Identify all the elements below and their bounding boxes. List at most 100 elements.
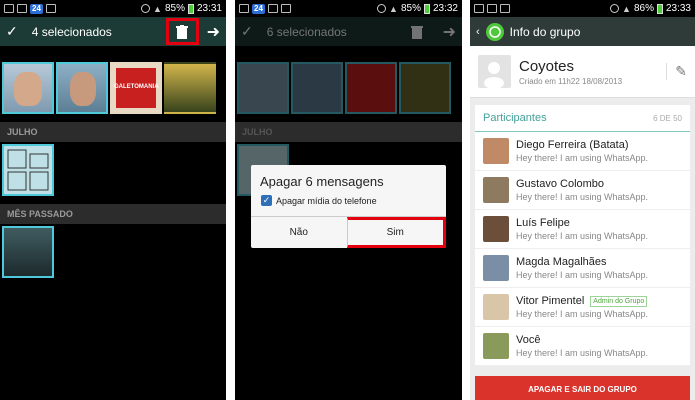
- participant-text: Magda Magalhães Hey there! I am using Wha…: [516, 256, 648, 280]
- media-row-recent: GALETOMANIA: [0, 60, 226, 116]
- media-thumb[interactable]: [56, 62, 108, 114]
- media-thumb[interactable]: [399, 62, 451, 114]
- dialog-buttons: Não Sim: [251, 216, 446, 248]
- participants-count: 6 DE 50: [653, 113, 682, 123]
- participant-row[interactable]: Diego Ferreira (Batata) Hey there! I am u…: [475, 132, 690, 171]
- participant-name: Luís Felipe: [516, 217, 570, 229]
- participant-name: Vitor Pimentel: [516, 295, 585, 307]
- battery-icon: [187, 3, 194, 14]
- alarm-icon: [141, 4, 151, 13]
- participant-row[interactable]: Magda Magalhães Hey there! I am using Wha…: [475, 249, 690, 288]
- whatsapp-logo-icon[interactable]: [485, 22, 504, 41]
- media-thumb-comic[interactable]: [2, 144, 54, 196]
- participants-card: Participantes 6 DE 50 Diego Ferreira (Ba…: [475, 105, 690, 366]
- section-header: JULHO: [235, 122, 462, 142]
- calendar-badge: 24: [30, 3, 43, 14]
- media-thumb[interactable]: [2, 62, 54, 114]
- back-chevron-icon[interactable]: ‹: [476, 26, 480, 38]
- group-created: Criado em 11h22 18/08/2013: [519, 76, 623, 86]
- checkmark-icon[interactable]: ✓: [6, 23, 18, 40]
- media-thumb[interactable]: [237, 62, 289, 114]
- participants-list: Diego Ferreira (Batata) Hey there! I am u…: [475, 132, 690, 366]
- participant-row[interactable]: Gustavo Colombo Hey there! I am using Wha…: [475, 171, 690, 210]
- mail-icon: [474, 4, 484, 13]
- participant-avatar[interactable]: [483, 255, 509, 281]
- participant-status: Hey there! I am using WhatsApp.: [516, 348, 649, 358]
- group-placeholder-icon: [484, 62, 504, 89]
- participant-name: Gustavo Colombo: [516, 178, 605, 190]
- participant-avatar[interactable]: [483, 333, 509, 359]
- trash-icon: [176, 24, 189, 39]
- signal-icon: ▲: [389, 3, 398, 14]
- calendar-badge: 24: [252, 3, 265, 14]
- participant-avatar[interactable]: [483, 138, 509, 164]
- participant-status: Hey there! I am using WhatsApp.: [516, 231, 649, 241]
- status-bar: 24 ▲ 85% 23:32: [235, 0, 462, 17]
- edit-pencil-icon[interactable]: ✎: [666, 63, 687, 80]
- delete-button[interactable]: [165, 18, 199, 45]
- participant-avatar[interactable]: [483, 177, 509, 203]
- selection-count: 6 selecionados: [266, 24, 347, 39]
- screen-delete-dialog: 24 ▲ 85% 23:32 ✓ 6 selecionados ➜ JULHO …: [235, 0, 462, 400]
- battery-percent: 86%: [633, 3, 654, 14]
- participant-name: Diego Ferreira (Batata): [516, 139, 629, 151]
- participant-name-row: Luís Felipe: [516, 217, 648, 229]
- status-bar: ▲ 86% 23:33: [470, 0, 695, 17]
- exit-group-button[interactable]: APAGAR E SAIR DO GRUPO: [475, 376, 690, 400]
- screen-title: Info do grupo: [509, 24, 581, 39]
- participant-text: Você Hey there! I am using WhatsApp.: [516, 334, 648, 358]
- signal-icon: ▲: [622, 3, 631, 14]
- participants-header: Participantes 6 DE 50: [475, 105, 690, 132]
- participant-row[interactable]: Vitor Pimentel Admin do Grupo Hey there! I…: [475, 288, 690, 327]
- media-thumb[interactable]: [2, 226, 54, 278]
- media-row-last-month: [0, 224, 226, 280]
- delete-dialog: Apagar 6 mensagens ✓ Apagar mídia do tel…: [251, 165, 446, 248]
- status-bar: 24 ▲ 85% 23:31: [0, 0, 226, 17]
- screen-group-info: ▲ 86% 23:33 ‹ Info do grupo Coyotes Cria…: [470, 0, 695, 400]
- image-icon: [267, 4, 278, 13]
- yes-button[interactable]: Sim: [346, 217, 446, 248]
- media-thumb[interactable]: [164, 62, 216, 114]
- no-button[interactable]: Não: [251, 217, 347, 248]
- forward-arrow-icon[interactable]: ➜: [443, 22, 456, 42]
- checkmark-icon[interactable]: ✓: [241, 23, 253, 40]
- participants-label: Participantes: [483, 112, 547, 124]
- participant-text: Vitor Pimentel Admin do Grupo Hey there! I…: [516, 295, 648, 319]
- face-image: [70, 72, 96, 106]
- media-thumb[interactable]: [345, 62, 397, 114]
- participant-row[interactable]: Luís Felipe Hey there! I am using WhatsAp…: [475, 210, 690, 249]
- comic-image: [7, 149, 49, 191]
- trash-icon[interactable]: [410, 25, 423, 39]
- participant-name-row: Vitor Pimentel Admin do Grupo: [516, 295, 648, 307]
- media-thumb[interactable]: GALETOMANIA: [110, 62, 162, 114]
- mail-icon: [239, 4, 249, 13]
- media-thumb[interactable]: [291, 62, 343, 114]
- face-image: [14, 72, 42, 106]
- participant-text: Luís Felipe Hey there! I am using WhatsAp…: [516, 217, 648, 241]
- group-avatar[interactable]: [478, 55, 511, 89]
- notification-icon: [500, 4, 510, 13]
- forward-arrow-icon[interactable]: ➜: [207, 22, 220, 42]
- participant-avatar[interactable]: [483, 216, 509, 242]
- participant-name: Magda Magalhães: [516, 256, 607, 268]
- battery-percent: 85%: [400, 3, 421, 14]
- participant-name-row: Diego Ferreira (Batata): [516, 139, 648, 151]
- clock: 23:33: [665, 3, 691, 14]
- delete-media-checkbox-row[interactable]: ✓ Apagar mídia do telefone: [251, 193, 446, 216]
- participant-status: Hey there! I am using WhatsApp.: [516, 192, 649, 202]
- battery-icon: [656, 3, 663, 14]
- signal-icon: ▲: [153, 3, 162, 14]
- participant-name-row: Gustavo Colombo: [516, 178, 648, 190]
- participant-avatar[interactable]: [483, 294, 509, 320]
- section-header: MÊS PASSADO: [0, 204, 226, 224]
- checkbox-checked-icon[interactable]: ✓: [261, 195, 272, 206]
- admin-badge: Admin do Grupo: [590, 295, 648, 307]
- participant-row[interactable]: Você Hey there! I am using WhatsApp.: [475, 327, 690, 366]
- media-row-recent: [235, 60, 462, 116]
- clock: 23:32: [432, 3, 458, 14]
- dialog-title: Apagar 6 mensagens: [260, 174, 384, 189]
- battery-percent: 85%: [164, 3, 185, 14]
- battery-icon: [423, 3, 430, 14]
- alarm-icon: [610, 4, 620, 13]
- clock: 23:31: [196, 3, 222, 14]
